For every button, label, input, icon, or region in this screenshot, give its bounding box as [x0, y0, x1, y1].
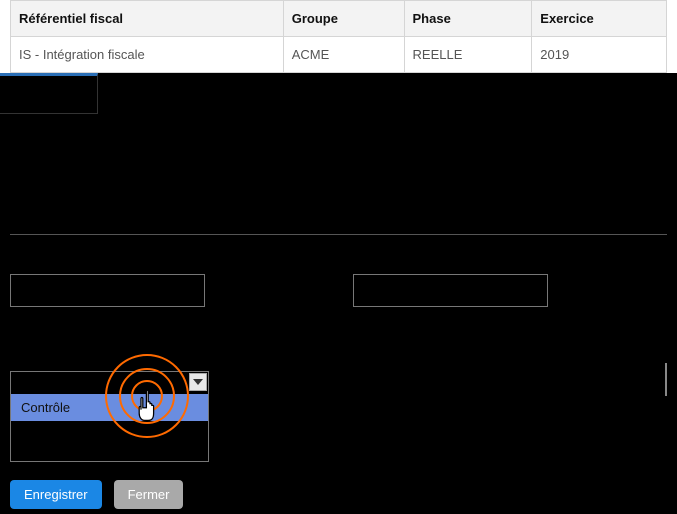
- cell-phase: REELLE: [404, 37, 532, 73]
- section-divider: [10, 234, 667, 235]
- context-table: Référentiel fiscal Groupe Phase Exercice…: [10, 0, 667, 73]
- dropdown-option-controle[interactable]: Contrôle: [11, 394, 208, 421]
- col-referentiel: Référentiel fiscal: [11, 1, 284, 37]
- table-header-row: Référentiel fiscal Groupe Phase Exercice: [11, 1, 667, 37]
- context-table-wrap: Référentiel fiscal Groupe Phase Exercice…: [0, 0, 677, 73]
- form-area: Contrôle Enregistrer Fermer: [0, 114, 677, 514]
- tab-strip: [0, 73, 677, 114]
- cell-referentiel: IS - Intégration fiscale: [11, 37, 284, 73]
- tab-active[interactable]: [0, 73, 98, 114]
- dropdown-list: Contrôle: [11, 394, 208, 461]
- button-row: Enregistrer Fermer: [10, 480, 183, 509]
- dropdown-trigger[interactable]: [11, 372, 208, 394]
- col-exercice: Exercice: [532, 1, 667, 37]
- text-input-1[interactable]: [10, 274, 205, 307]
- dropdown-value: [11, 372, 188, 394]
- vertical-indicator: [665, 363, 667, 396]
- chevron-down-icon[interactable]: [189, 373, 207, 391]
- col-phase: Phase: [404, 1, 532, 37]
- cell-exercice: 2019: [532, 37, 667, 73]
- text-input-2[interactable]: [353, 274, 548, 307]
- type-dropdown[interactable]: Contrôle: [10, 371, 209, 462]
- dropdown-empty-space: [11, 421, 208, 461]
- cell-groupe: ACME: [283, 37, 404, 73]
- save-button[interactable]: Enregistrer: [10, 480, 102, 509]
- close-button[interactable]: Fermer: [114, 480, 184, 509]
- col-groupe: Groupe: [283, 1, 404, 37]
- table-row: IS - Intégration fiscale ACME REELLE 201…: [11, 37, 667, 73]
